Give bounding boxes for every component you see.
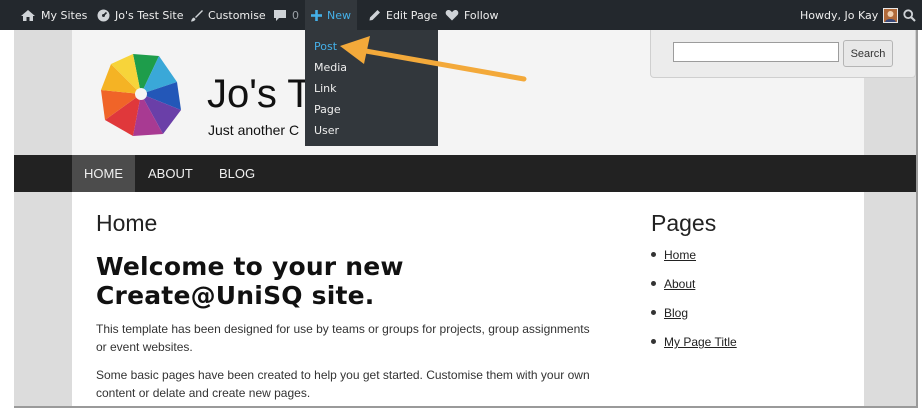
my-sites-menu[interactable]: My Sites: [20, 0, 87, 30]
new-content-menu[interactable]: New: [305, 0, 357, 30]
site-logo[interactable]: [89, 44, 195, 144]
comments-count: 0: [292, 8, 299, 22]
new-user-item[interactable]: User: [314, 124, 339, 137]
search-icon: [903, 8, 916, 22]
help-paragraph: Some basic pages have been created to he…: [96, 368, 590, 400]
page-link-blog[interactable]: Blog: [664, 306, 688, 320]
customise-label: Customise: [208, 8, 266, 22]
bullet-icon: [651, 281, 656, 287]
pencil-icon: [369, 9, 380, 20]
bullet-icon: [651, 310, 656, 316]
comments-link[interactable]: 0: [273, 0, 299, 30]
search-input[interactable]: [673, 42, 839, 62]
new-label: New: [327, 8, 351, 22]
comment-icon: [274, 9, 286, 21]
my-sites-label: My Sites: [41, 8, 88, 22]
site-header: Jo's T Just another C Search: [72, 30, 916, 155]
welcome-heading: Welcome to your new Create@UniSQ site.: [96, 252, 404, 310]
avatar: [883, 7, 899, 23]
admin-search[interactable]: [903, 0, 916, 30]
brush-icon: [191, 9, 203, 21]
screenshot-frame: Jo's T Just another C Search HOME ABOUT …: [14, 0, 918, 408]
page-link-home[interactable]: Home: [664, 248, 696, 262]
follow-label: Follow: [464, 8, 499, 22]
nav-item-home[interactable]: HOME: [72, 155, 135, 192]
heart-icon: [445, 9, 459, 21]
site-tagline: Just another C: [208, 122, 300, 138]
customise-link[interactable]: Customise: [190, 0, 266, 30]
content-area: Home Welcome to your new Create@UniSQ si…: [72, 192, 864, 406]
search-widget: Search: [650, 30, 916, 78]
new-page-item[interactable]: Page: [314, 103, 341, 116]
wordpress-sites-icon: [21, 10, 35, 21]
page-link-about[interactable]: About: [664, 277, 695, 291]
site-name-label: Jo's Test Site: [115, 8, 184, 22]
new-content-dropdown: Post Media Link Page User: [305, 30, 438, 146]
plus-icon: [311, 9, 322, 21]
site-name-menu[interactable]: Jo's Test Site: [97, 0, 184, 30]
follow-link[interactable]: Follow: [445, 0, 499, 30]
main-navigation: HOME ABOUT BLOG: [14, 155, 916, 192]
search-button[interactable]: Search: [843, 40, 893, 67]
list-item: About: [651, 277, 801, 291]
page-link-my-page-title[interactable]: My Page Title: [664, 335, 737, 349]
nav-item-about[interactable]: ABOUT: [136, 155, 205, 192]
edit-page-label: Edit Page: [386, 8, 438, 22]
howdy-label: Howdy, Jo Kay: [800, 8, 879, 22]
new-post-item[interactable]: Post: [314, 40, 337, 53]
admin-bar: My Sites Jo's Test Site Customise 0 New: [0, 0, 922, 30]
edit-page-link[interactable]: Edit Page: [368, 0, 437, 30]
bullet-icon: [651, 339, 656, 345]
new-link-item[interactable]: Link: [314, 82, 337, 95]
site-page: Jo's T Just another C Search HOME ABOUT …: [14, 30, 916, 406]
bullet-icon: [651, 252, 656, 258]
nav-item-blog[interactable]: BLOG: [207, 155, 267, 192]
intro-paragraph: This template has been designed for use …: [96, 322, 590, 354]
dashboard-icon: [97, 9, 110, 21]
account-menu[interactable]: Howdy, Jo Kay: [800, 0, 899, 30]
list-item: Blog: [651, 306, 801, 320]
page-title: Home: [96, 210, 158, 236]
list-item: Home: [651, 248, 801, 262]
list-item: My Page Title: [651, 335, 801, 349]
new-media-item[interactable]: Media: [314, 61, 347, 74]
site-title[interactable]: Jo's T: [207, 72, 312, 117]
sidebar-title: Pages: [651, 210, 717, 236]
